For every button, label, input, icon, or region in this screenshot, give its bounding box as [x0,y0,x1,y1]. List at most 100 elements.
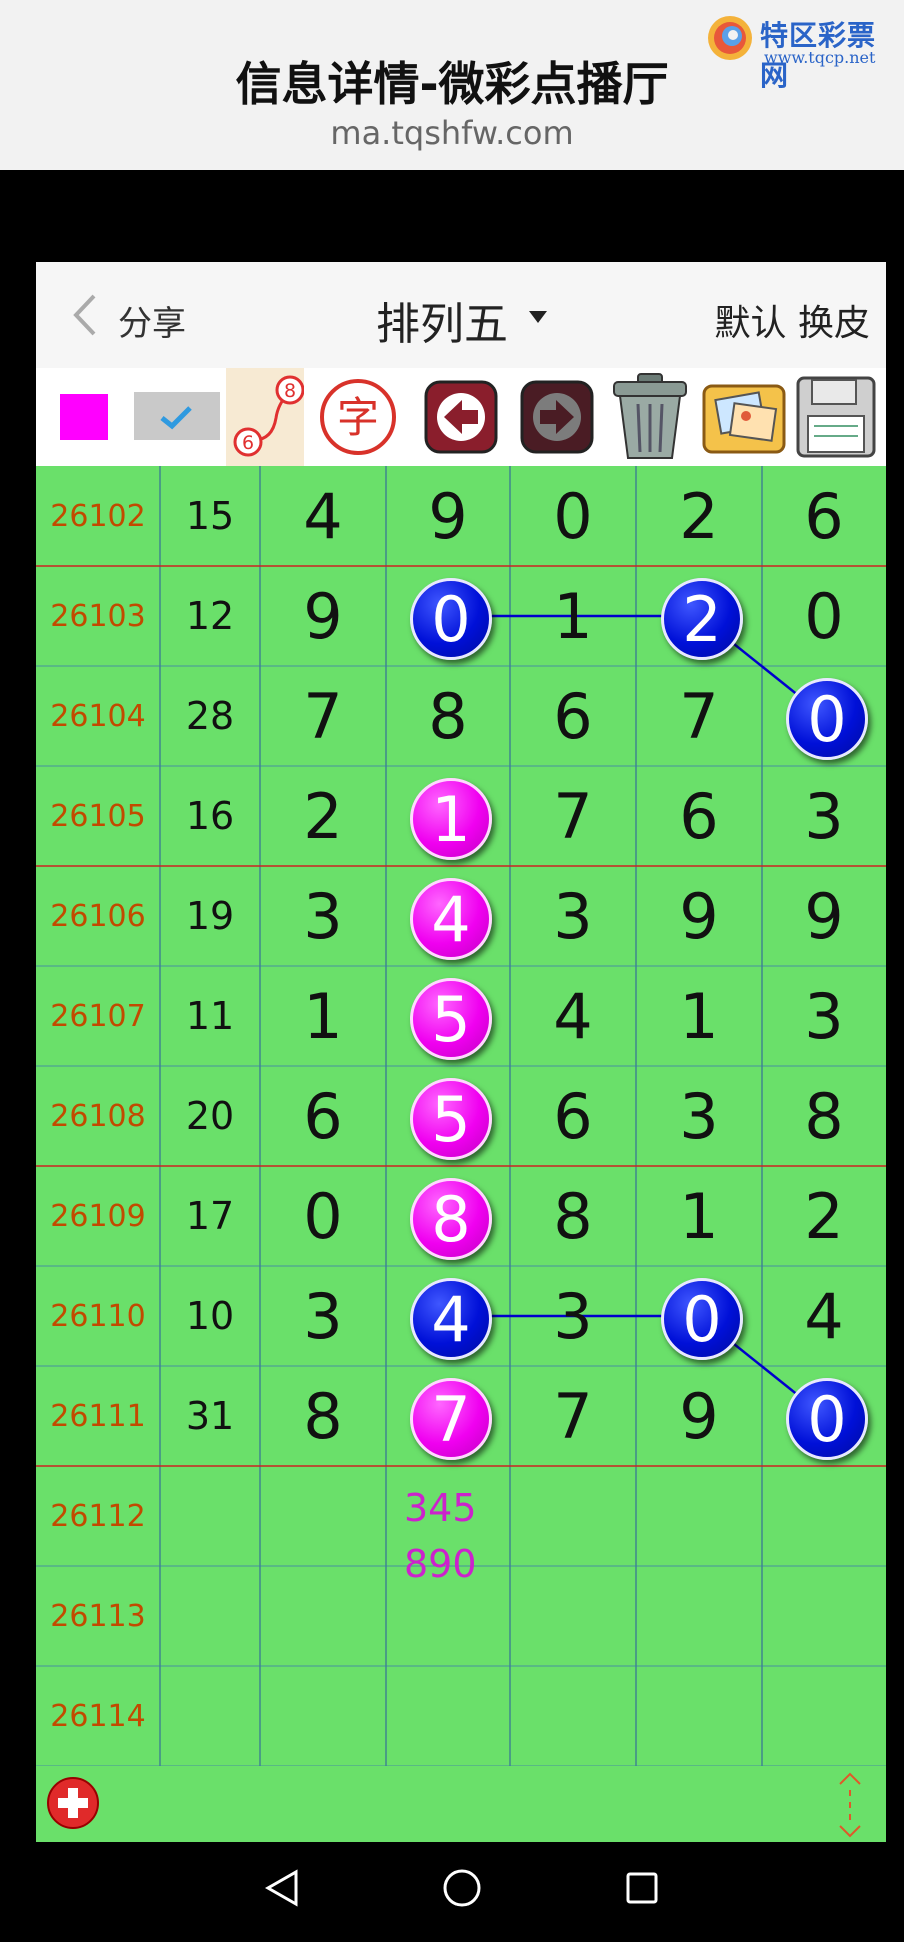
digit-cell[interactable]: 0 [510,466,636,566]
arrow-right-icon[interactable] [516,372,598,462]
issue-number: 26105 [50,798,146,834]
digit-cell[interactable]: 9 [636,1366,762,1466]
digit-cell[interactable]: 4 [260,466,386,566]
back-triangle-icon[interactable] [262,1866,302,1910]
digit-cell[interactable]: 3 [260,866,386,966]
app-panel: 分享 排列五 默认 换皮 8 6 字 26102 15 4 9 0 2 6 26… [36,262,886,1842]
lottery-title[interactable]: 排列五 [376,288,508,352]
photo-icon[interactable] [698,372,790,462]
sum-value: 16 [185,794,235,838]
number-grid: 26102 15 4 9 0 2 6 26103 12 9 0 1 2 0 26104 28 7 8 6 7 0 2610… [36,466,886,1766]
digit-cell[interactable]: 7 [260,666,386,766]
prediction-line: 890 [404,1542,477,1586]
toolbar: 8 6 字 [36,368,886,466]
blue-ball[interactable]: 0 [661,1278,743,1360]
system-nav-bar [0,1842,904,1942]
issue-number: 26107 [50,998,146,1034]
digit-cell[interactable]: 6 [762,466,886,566]
issue-number: 26109 [50,1198,146,1234]
magenta-ball[interactable]: 1 [410,778,492,860]
digit-cell[interactable]: 3 [260,1266,386,1366]
digit-cell[interactable]: 8 [762,1066,886,1166]
logo-domain: www.tqcp.net [764,48,876,67]
digit-cell[interactable]: 2 [762,1166,886,1266]
digit-cell[interactable]: 3 [510,866,636,966]
digit-cell[interactable]: 6 [636,766,762,866]
digit-cell[interactable]: 7 [636,666,762,766]
sum-value [160,1566,260,1666]
digit-cell[interactable]: 3 [510,1266,636,1366]
zi-icon[interactable]: 字 [318,372,398,462]
digit-cell[interactable]: 9 [636,866,762,966]
prediction-text: 345 890 [404,1480,477,1592]
sum-value: 20 [185,1094,235,1138]
digit-cell[interactable]: 6 [260,1066,386,1166]
sum-value: 15 [185,494,235,538]
magenta-ball[interactable]: 8 [410,1178,492,1260]
digit-cell[interactable]: 2 [636,466,762,566]
home-circle-icon[interactable] [440,1866,484,1910]
digit-cell[interactable]: 3 [636,1066,762,1166]
issue-number: 26102 [50,498,146,534]
digit-cell[interactable]: 8 [386,666,510,766]
nav-bar: 分享 排列五 默认 换皮 [36,262,886,368]
sum-value: 31 [185,1394,235,1438]
digit-cell[interactable]: 1 [636,1166,762,1266]
digit-cell[interactable]: 2 [260,766,386,866]
dropdown-caret-icon[interactable] [529,311,547,323]
blue-ball[interactable]: 0 [786,1378,868,1460]
digit-cell[interactable]: 9 [386,466,510,566]
digit-cell[interactable]: 1 [510,566,636,666]
digit-cell[interactable]: 1 [260,966,386,1066]
chevron-left-icon[interactable] [66,292,106,338]
updown-arrows-icon[interactable] [832,1770,868,1840]
skin-button[interactable]: 默认 换皮 [715,294,870,346]
issue-number: 26111 [50,1398,146,1434]
magenta-ball[interactable]: 5 [410,1078,492,1160]
magenta-ball[interactable]: 5 [410,978,492,1060]
page-url: ma.tqshfw.com [330,114,574,152]
issue-number: 26114 [50,1698,146,1734]
save-icon[interactable] [792,372,880,462]
trash-icon[interactable] [604,372,696,462]
prediction-line: 345 [404,1486,477,1530]
digit-cell[interactable]: 6 [510,1066,636,1166]
arrow-left-icon[interactable] [420,372,502,462]
plus-circle-icon[interactable] [46,1776,100,1830]
issue-number: 26103 [50,598,146,634]
sum-value: 19 [185,894,235,938]
digit-cell[interactable]: 0 [260,1166,386,1266]
digit-cell[interactable]: 3 [762,966,886,1066]
digit-cell[interactable]: 8 [260,1366,386,1466]
check-icon[interactable] [134,392,220,440]
digit-cell[interactable]: 1 [636,966,762,1066]
swirl-logo-icon [708,16,752,60]
blue-ball[interactable]: 2 [661,578,743,660]
issue-number: 26113 [50,1598,146,1634]
recents-square-icon[interactable] [622,1866,662,1910]
route-digit-bottom: 6 [242,432,254,454]
blue-ball[interactable]: 4 [410,1278,492,1360]
sum-value: 17 [185,1194,235,1238]
digit-cell[interactable]: 0 [762,566,886,666]
sum-value: 28 [185,694,235,738]
digit-cell[interactable]: 4 [510,966,636,1066]
digit-cell[interactable]: 7 [510,1366,636,1466]
blue-ball[interactable]: 0 [786,678,868,760]
route-digit-top: 8 [284,380,296,402]
issue-number: 26108 [50,1098,146,1134]
digit-cell[interactable]: 9 [762,866,886,966]
sum-value: 12 [185,594,235,638]
digit-cell[interactable]: 9 [260,566,386,666]
color-swatch-button[interactable] [60,394,108,440]
digit-cell[interactable]: 7 [510,766,636,866]
digit-cell[interactable]: 3 [762,766,886,866]
magenta-ball[interactable]: 7 [410,1378,492,1460]
route-icon[interactable]: 8 6 [226,368,305,466]
digit-cell[interactable]: 8 [510,1166,636,1266]
share-button[interactable]: 分享 [118,296,186,345]
digit-cell[interactable]: 4 [762,1266,886,1366]
digit-cell[interactable]: 6 [510,666,636,766]
magenta-ball[interactable]: 4 [410,878,492,960]
blue-ball[interactable]: 0 [410,578,492,660]
